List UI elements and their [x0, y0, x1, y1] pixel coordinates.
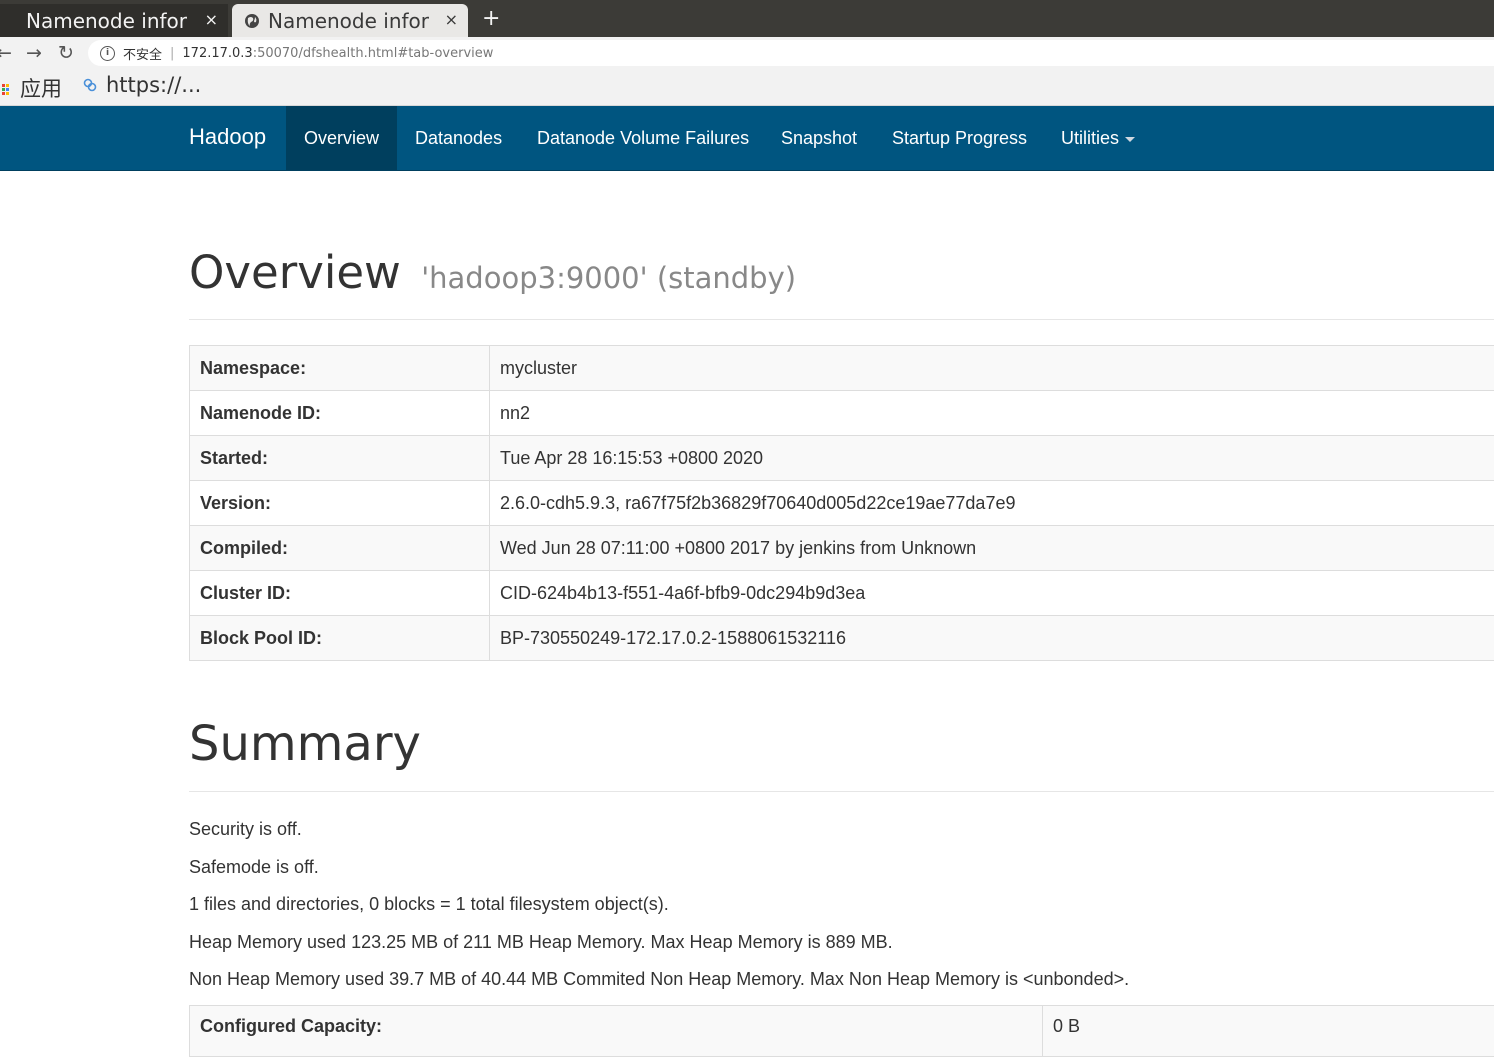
- security-label: 不安全: [123, 44, 162, 63]
- row-key: Cluster ID:: [190, 571, 490, 616]
- row-key: Namenode ID:: [190, 391, 490, 436]
- table-row: Configured Capacity: 0 B: [190, 1006, 1494, 1057]
- nav-utilities-label: Utilities: [1061, 128, 1119, 148]
- table-row: Namenode ID:nn2: [190, 391, 1494, 436]
- page-title: Overview 'hadoop3:9000' (standby): [189, 246, 796, 299]
- divider: [189, 791, 1494, 792]
- nav-utilities[interactable]: Utilities: [1043, 106, 1153, 170]
- bookmark-link[interactable]: https://...: [82, 73, 201, 97]
- row-key: Started:: [190, 436, 490, 481]
- heap-memory: Heap Memory used 123.25 MB of 211 MB Hea…: [189, 932, 893, 953]
- separator: |: [170, 46, 174, 61]
- row-key: Block Pool ID:: [190, 616, 490, 661]
- new-tab-button[interactable]: +: [482, 6, 500, 31]
- bookmarks-bar: 应用 https://...: [0, 69, 1494, 106]
- address-bar[interactable]: i 不安全 | 172.17.0.3:50070/dfshealth.html#…: [88, 40, 1494, 66]
- nav-datanode-volume-failures[interactable]: Datanode Volume Failures: [519, 106, 767, 170]
- capacity-table: Configured Capacity: 0 B: [189, 1005, 1494, 1057]
- info-icon[interactable]: i: [100, 46, 115, 61]
- summary-heading: Summary: [189, 716, 421, 772]
- apps-grid-icon: [2, 81, 12, 95]
- globe-icon: [244, 13, 260, 29]
- url-host: 172.17.0.3: [182, 46, 252, 61]
- row-key: Configured Capacity:: [190, 1006, 1043, 1057]
- browser-tab-strip: Namenode infor × Namenode infor × +: [0, 0, 1494, 37]
- caret-down-icon: [1125, 137, 1135, 142]
- divider: [189, 319, 1494, 320]
- filesystem-objects: 1 files and directories, 0 blocks = 1 to…: [189, 894, 669, 915]
- row-key: Namespace:: [190, 346, 490, 391]
- bookmark-label: 应用: [20, 73, 62, 103]
- nav-overview[interactable]: Overview: [286, 106, 397, 170]
- table-row: Namespace:mycluster: [190, 346, 1494, 391]
- close-icon[interactable]: ×: [445, 10, 458, 29]
- table-row: Version:2.6.0-cdh5.9.3, ra67f75f2b36829f…: [190, 481, 1494, 526]
- row-value: Wed Jun 28 07:11:00 +0800 2017 by jenkin…: [490, 526, 1494, 571]
- brand-logo-text[interactable]: Hadoop: [189, 124, 266, 150]
- hadoop-navbar: Hadoop Overview Datanodes Datanode Volum…: [0, 106, 1494, 171]
- back-icon[interactable]: ←: [0, 42, 12, 64]
- row-value: mycluster: [490, 346, 1494, 391]
- security-status: Security is off.: [189, 819, 302, 840]
- close-icon[interactable]: ×: [205, 10, 218, 29]
- row-key: Compiled:: [190, 526, 490, 571]
- safemode-status: Safemode is off.: [189, 857, 319, 878]
- row-value: 0 B: [1043, 1006, 1494, 1057]
- table-row: Compiled:Wed Jun 28 07:11:00 +0800 2017 …: [190, 526, 1494, 571]
- overview-subtitle: 'hadoop3:9000' (standby): [421, 261, 796, 295]
- overview-heading: Overview: [189, 246, 401, 299]
- row-value: Tue Apr 28 16:15:53 +0800 2020: [490, 436, 1494, 481]
- row-value: CID-624b4b13-f551-4a6f-bfb9-0dc294b9d3ea: [490, 571, 1494, 616]
- table-row: Cluster ID:CID-624b4b13-f551-4a6f-bfb9-0…: [190, 571, 1494, 616]
- tab-title: Namenode infor: [268, 9, 442, 33]
- tab-title: Namenode infor: [26, 9, 198, 33]
- browser-toolbar: ← → ↻ i 不安全 | 172.17.0.3:50070/dfshealth…: [0, 37, 1494, 69]
- row-value: BP-730550249-172.17.0.2-1588061532116: [490, 616, 1494, 661]
- table-row: Started:Tue Apr 28 16:15:53 +0800 2020: [190, 436, 1494, 481]
- nav-snapshot[interactable]: Snapshot: [763, 106, 875, 170]
- url-path: :50070/dfshealth.html#tab-overview: [253, 46, 494, 61]
- reload-icon[interactable]: ↻: [58, 42, 74, 64]
- nav-datanodes[interactable]: Datanodes: [397, 106, 520, 170]
- overview-table: Namespace:mycluster Namenode ID:nn2 Star…: [189, 345, 1494, 661]
- browser-tab-2[interactable]: Namenode infor ×: [232, 4, 468, 37]
- row-value: 2.6.0-cdh5.9.3, ra67f75f2b36829f70640d00…: [490, 481, 1494, 526]
- bookmark-label: https://...: [106, 73, 201, 97]
- table-row: Block Pool ID:BP-730550249-172.17.0.2-15…: [190, 616, 1494, 661]
- row-value: nn2: [490, 391, 1494, 436]
- browser-tab-1[interactable]: Namenode infor ×: [0, 4, 228, 37]
- non-heap-memory: Non Heap Memory used 39.7 MB of 40.44 MB…: [189, 969, 1129, 990]
- bookmark-apps[interactable]: 应用: [2, 73, 62, 103]
- link-icon: [82, 77, 98, 93]
- nav-startup-progress[interactable]: Startup Progress: [874, 106, 1045, 170]
- row-key: Version:: [190, 481, 490, 526]
- forward-icon[interactable]: →: [26, 42, 42, 64]
